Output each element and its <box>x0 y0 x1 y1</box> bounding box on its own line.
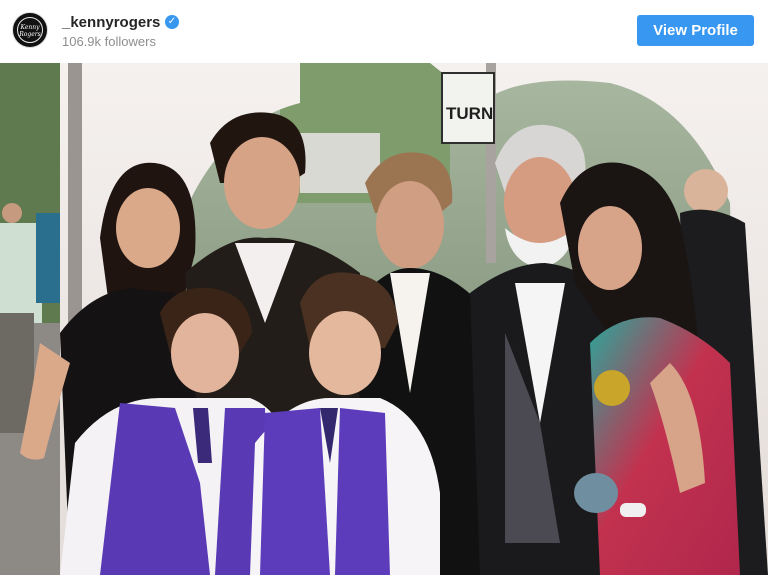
view-profile-button[interactable]: View Profile <box>637 15 754 46</box>
post-header: Kenny Rogers _kennyrogers ✓ 106.9k follo… <box>0 0 768 62</box>
post-photo[interactable]: TURN <box>0 63 768 575</box>
avatar-logo-text: Kenny Rogers <box>19 24 41 38</box>
follower-count: 106.9k followers <box>62 34 156 49</box>
verified-badge-icon: ✓ <box>165 15 179 29</box>
family-photo-illustration: TURN <box>0 63 768 575</box>
street-sign-text: TURN <box>446 104 493 123</box>
username[interactable]: _kennyrogers <box>62 14 160 31</box>
avatar[interactable]: Kenny Rogers <box>12 12 48 48</box>
